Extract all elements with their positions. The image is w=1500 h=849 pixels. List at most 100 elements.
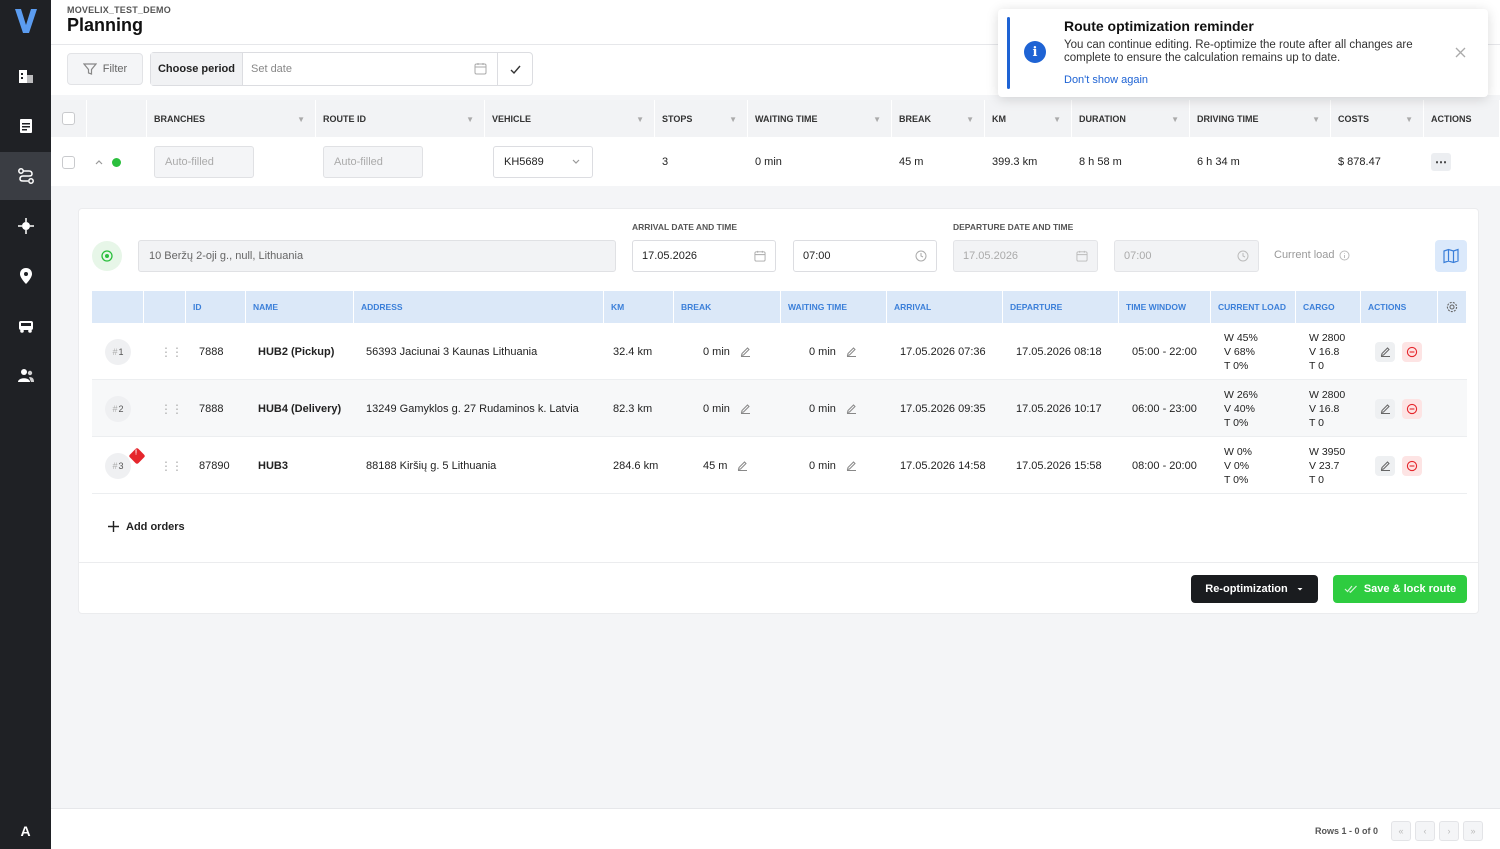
clock-icon xyxy=(915,250,927,262)
column-header-route-id[interactable]: ROUTE ID ▼ xyxy=(316,100,485,137)
sort-icon[interactable]: ▼ xyxy=(297,115,305,124)
dont-show-again-link[interactable]: Don't show again xyxy=(1064,74,1148,86)
sort-icon[interactable]: ▼ xyxy=(1312,115,1320,124)
sort-icon[interactable]: ▼ xyxy=(1405,115,1413,124)
start-location-button[interactable] xyxy=(92,241,122,271)
stop-cargo: W 2800 V 16.8 T 0 xyxy=(1309,380,1345,437)
arrival-date-input[interactable]: 17.05.2026 xyxy=(632,240,776,272)
route-row[interactable]: Auto-filled Auto-filled KH5689 3 0 min 4… xyxy=(51,138,1500,186)
select-all-checkbox[interactable] xyxy=(62,112,75,125)
close-icon[interactable] xyxy=(1454,46,1467,59)
remove-stop-button[interactable] xyxy=(1402,455,1422,476)
column-header-branches[interactable]: BRANCHES ▼ xyxy=(147,100,316,137)
load-t: T 0% xyxy=(1224,473,1249,486)
pencil-icon[interactable] xyxy=(846,346,857,357)
load-volume: V 68% xyxy=(1224,345,1255,358)
pencil-icon[interactable] xyxy=(737,460,748,471)
prev-page-button[interactable]: ‹ xyxy=(1415,821,1435,841)
edit-stop-button[interactable] xyxy=(1375,455,1395,476)
map-view-button[interactable] xyxy=(1435,240,1467,272)
column-header-arrival[interactable]: ARRIVAL xyxy=(887,291,1003,323)
sort-icon[interactable]: ▼ xyxy=(636,115,644,124)
sidebar-item-planning[interactable] xyxy=(0,152,51,200)
column-header-vehicle[interactable]: VEHICLE ▼ xyxy=(485,100,655,137)
sidebar-item-orders[interactable] xyxy=(0,102,51,150)
drag-handle-icon[interactable]: ⋮⋮ xyxy=(160,380,183,437)
column-header-current-load[interactable]: CURRENT LOAD xyxy=(1211,291,1296,323)
column-header-stops[interactable]: STOPS ▼ xyxy=(655,100,748,137)
route-id-field: Auto-filled xyxy=(323,146,423,178)
sidebar-item-vehicles[interactable] xyxy=(0,302,51,350)
sort-icon[interactable]: ▼ xyxy=(1171,115,1179,124)
edit-stop-button[interactable] xyxy=(1375,398,1395,419)
departure-date-value: 17.05.2026 xyxy=(963,250,1019,262)
column-header-waiting-time[interactable]: WAITING TIME ▼ xyxy=(748,100,892,137)
stop-current-load: W 26% V 40% T 0% xyxy=(1224,380,1258,437)
stop-actions xyxy=(1375,437,1422,494)
pencil-icon[interactable] xyxy=(846,403,857,414)
drag-handle-icon[interactable]: ⋮⋮ xyxy=(160,437,183,494)
column-header-duration[interactable]: DURATION ▼ xyxy=(1072,100,1190,137)
current-load[interactable]: Current load xyxy=(1274,249,1350,261)
column-header-km[interactable]: KM xyxy=(604,291,674,323)
column-header-address[interactable]: ADDRESS xyxy=(354,291,604,323)
edit-stop-button[interactable] xyxy=(1375,341,1395,362)
arrival-time-input[interactable]: 07:00 xyxy=(793,240,937,272)
save-lock-route-button[interactable]: Save & lock route xyxy=(1333,575,1467,603)
pencil-icon[interactable] xyxy=(740,346,751,357)
stop-cargo: W 3950 V 23.7 T 0 xyxy=(1309,437,1345,494)
pencil-icon[interactable] xyxy=(846,460,857,471)
vehicle-select[interactable]: KH5689 xyxy=(493,146,593,178)
column-header-driving-time[interactable]: DRIVING TIME ▼ xyxy=(1190,100,1331,137)
sort-icon[interactable]: ▼ xyxy=(966,115,974,124)
app-logo[interactable] xyxy=(14,6,38,36)
column-header-costs[interactable]: COSTS ▼ xyxy=(1331,100,1424,137)
sort-icon[interactable]: ▼ xyxy=(1053,115,1061,124)
choose-period-button[interactable]: Choose period xyxy=(151,53,243,85)
divider xyxy=(79,562,1478,563)
remove-stop-button[interactable] xyxy=(1402,398,1422,419)
user-avatar[interactable]: A xyxy=(0,823,51,839)
cargo-t: T 0 xyxy=(1309,359,1324,372)
pencil-icon[interactable] xyxy=(740,403,751,414)
next-page-button[interactable]: › xyxy=(1439,821,1459,841)
sidebar-item-tracking[interactable] xyxy=(0,202,51,250)
sidebar-item-branches[interactable] xyxy=(0,52,51,100)
start-address-field[interactable]: 10 Beržų 2-oji g., null, Lithuania xyxy=(138,240,616,272)
sort-icon[interactable]: ▼ xyxy=(466,115,474,124)
first-page-button[interactable]: « xyxy=(1391,821,1411,841)
chevron-up-icon[interactable] xyxy=(94,157,104,167)
filter-button[interactable]: Filter xyxy=(67,53,143,85)
date-input[interactable]: Set date xyxy=(243,53,498,85)
column-header-break[interactable]: BREAK ▼ xyxy=(892,100,985,137)
routes-table: BRANCHES ▼ ROUTE ID ▼ VEHICLE ▼ STOPS ▼ WAIT… xyxy=(51,100,1500,186)
add-orders-button[interactable]: Add orders xyxy=(107,520,185,533)
column-header-break[interactable]: BREAK xyxy=(674,291,781,323)
column-header-cargo[interactable]: CARGO xyxy=(1296,291,1361,323)
location-pin-icon xyxy=(19,268,32,284)
remove-stop-button[interactable] xyxy=(1402,341,1422,362)
sidebar-item-users[interactable] xyxy=(0,352,51,400)
column-header-km[interactable]: KM ▼ xyxy=(985,100,1072,137)
drag-handle-icon[interactable]: ⋮⋮ xyxy=(160,323,183,380)
period-selector: Choose period Set date xyxy=(150,52,533,86)
column-header-id[interactable]: ID xyxy=(186,291,246,323)
more-actions-button[interactable]: ⋯ xyxy=(1431,153,1451,171)
reoptimize-button[interactable]: Re-optimization xyxy=(1191,575,1318,603)
column-header-time-window[interactable]: TIME WINDOW xyxy=(1119,291,1211,323)
row-checkbox[interactable] xyxy=(62,155,75,169)
column-settings-button[interactable] xyxy=(1438,291,1467,323)
apply-date-button[interactable] xyxy=(498,53,532,85)
column-header-departure[interactable]: DEPARTURE xyxy=(1003,291,1119,323)
sort-icon[interactable]: ▼ xyxy=(873,115,881,124)
sidebar-item-locations[interactable] xyxy=(0,252,51,300)
stop-break-value: 0 min xyxy=(703,345,730,358)
column-header-name[interactable]: NAME xyxy=(246,291,354,323)
last-page-button[interactable]: » xyxy=(1463,821,1483,841)
sort-icon[interactable]: ▼ xyxy=(729,115,737,124)
column-header-waiting-time[interactable]: WAITING TIME xyxy=(781,291,887,323)
warning-icon[interactable]: ! xyxy=(128,447,146,464)
stop-row[interactable]: #2 ⋮⋮ 7888 HUB4 (Delivery) 13249 Gamyklo… xyxy=(92,380,1467,437)
stop-row[interactable]: ! #3 ⋮⋮ 87890 HUB3 88188 Kiršių g. 5 Lit… xyxy=(92,437,1467,494)
stop-row[interactable]: #1 ⋮⋮ 7888 HUB2 (Pickup) 56393 Jaciunai … xyxy=(92,323,1467,380)
